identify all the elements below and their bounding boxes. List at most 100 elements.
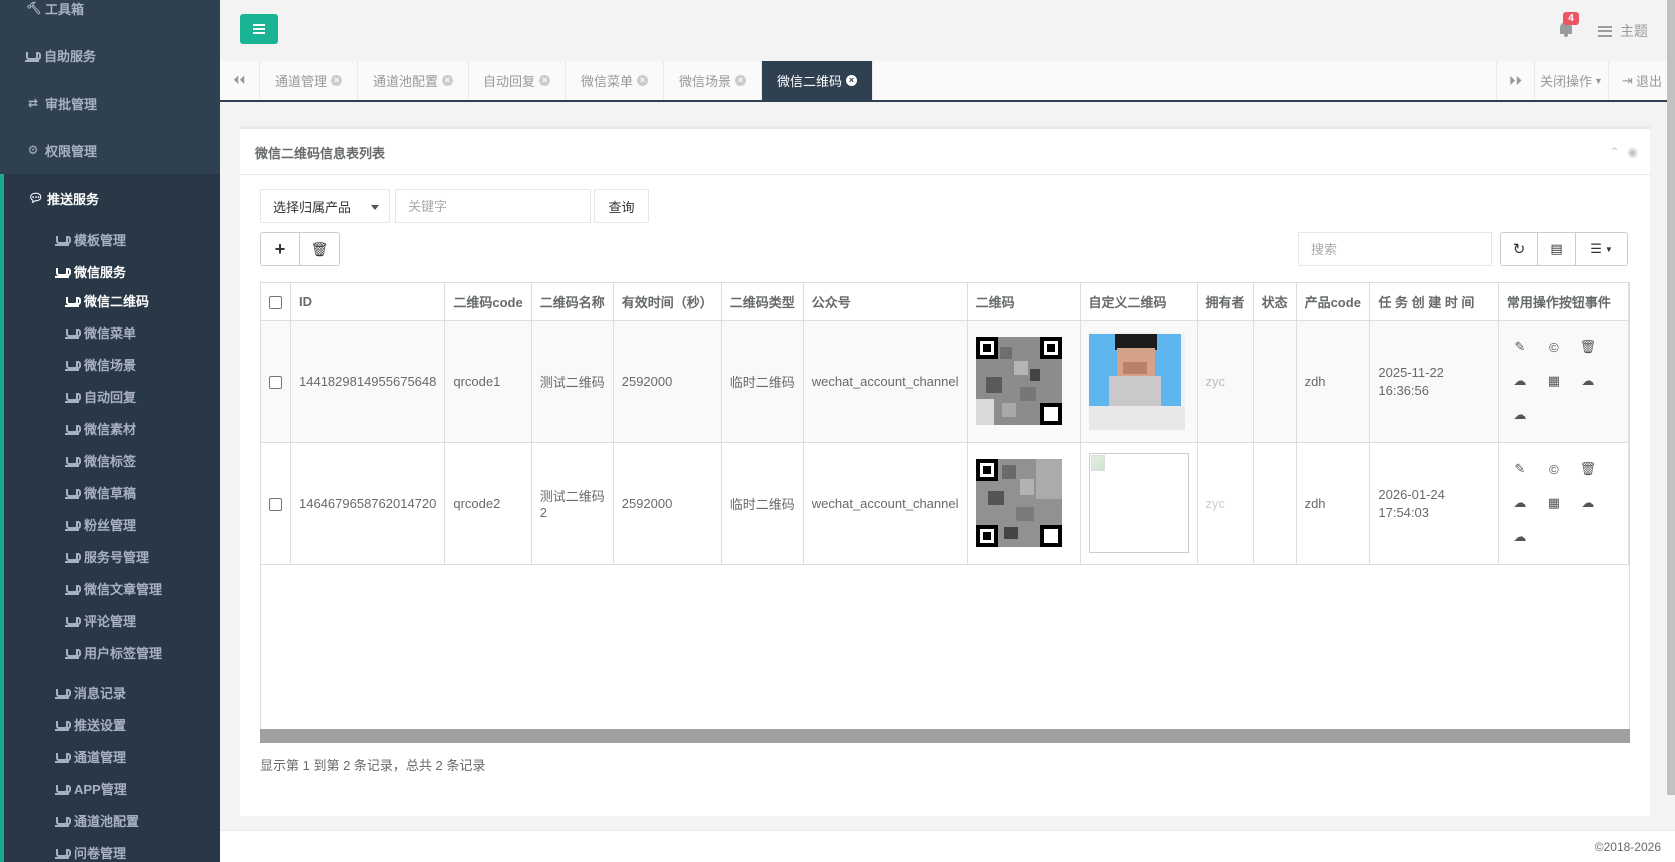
column-header[interactable]: 常用操作按钮事件: [1498, 283, 1629, 321]
column-header[interactable]: 二维码类型: [721, 283, 804, 321]
search-input[interactable]: [1298, 232, 1492, 266]
cloud-upload-icon[interactable]: ☁: [1511, 372, 1529, 390]
cloud-upload-icon[interactable]: ☁: [1579, 372, 1597, 390]
product-select[interactable]: 选择归属产品: [260, 189, 390, 223]
close-icon[interactable]: ×: [331, 75, 343, 86]
theme-button[interactable]: 主题: [1598, 21, 1648, 41]
sidebar-item-push-2[interactable]: 通道管理: [0, 746, 220, 766]
sidebar-item-wechat-7[interactable]: 粉丝管理: [0, 514, 220, 534]
sidebar-item-push-0[interactable]: 消息记录: [0, 682, 220, 702]
chevron-up-icon[interactable]: ⌃: [1609, 145, 1619, 159]
qrcode-icon[interactable]: ▦: [1545, 494, 1563, 512]
column-header[interactable]: 二维码code: [444, 283, 532, 321]
sidebar-item-wechat-5[interactable]: 微信标签: [0, 450, 220, 470]
cell-id: 1464679658762014720: [290, 442, 446, 565]
cup-icon: [65, 457, 81, 467]
tabs-scroll-right-button[interactable]: ⏵⏵: [1496, 61, 1534, 100]
close-operations-dropdown[interactable]: 关闭操作 ▼: [1534, 61, 1608, 100]
custom-qrcode-image[interactable]: [1088, 453, 1189, 553]
trash-icon[interactable]: 🗑︎: [1579, 338, 1597, 356]
sidebar-item-wechat-3[interactable]: 自动回复: [0, 386, 220, 406]
tabs-scroll-left-button[interactable]: ⏴⏴: [220, 61, 260, 100]
sidebar-item-wechat-11[interactable]: 用户标签管理: [0, 642, 220, 662]
column-header[interactable]: 自定义二维码: [1080, 283, 1198, 321]
close-icon[interactable]: ×: [846, 75, 858, 86]
edit-icon[interactable]: ✎: [1511, 338, 1529, 356]
column-header[interactable]: 公众号: [803, 283, 968, 321]
columns-dropdown-button[interactable]: ☰ ▼: [1576, 232, 1628, 266]
sidebar-item-wechat-1[interactable]: 微信菜单: [0, 322, 220, 342]
cloud-upload-icon[interactable]: ☁: [1511, 528, 1529, 546]
table-row[interactable]: 1464679658762014720 qrcode2 测试二维码2 25920…: [261, 442, 1629, 565]
sidebar-item-push-service[interactable]: 💬︎ 推送服务: [0, 187, 220, 209]
qrcode-image[interactable]: [975, 459, 1062, 547]
sidebar-item-permissions[interactable]: ⚙ 权限管理: [0, 139, 220, 161]
caret-down-icon: [371, 205, 379, 210]
sidebar-item-self-service[interactable]: 自助服务: [0, 44, 220, 66]
sidebar-item-templates[interactable]: 模板管理: [0, 229, 220, 249]
column-header[interactable]: 拥有者: [1197, 283, 1254, 321]
sidebar-item-push-1[interactable]: 推送设置: [0, 714, 220, 734]
cell-type: 临时二维码: [721, 442, 804, 565]
column-header[interactable]: 任 务 创 建 时 间: [1369, 283, 1499, 321]
tab-wechat-qrcode[interactable]: 微信二维码 ×: [762, 61, 874, 100]
keyword-input[interactable]: [395, 189, 591, 223]
trash-icon[interactable]: 🗑︎: [1579, 460, 1597, 478]
cloud-upload-icon[interactable]: ☁: [1579, 494, 1597, 512]
sidebar-item-push-3[interactable]: APP管理: [0, 778, 220, 798]
add-button[interactable]: +: [260, 232, 300, 266]
sidebar-item-wechat-2[interactable]: 微信场景: [0, 354, 220, 374]
eye-icon[interactable]: ◉: [1628, 145, 1638, 159]
close-icon[interactable]: ×: [637, 75, 649, 86]
close-icon[interactable]: ×: [539, 75, 551, 86]
delete-button[interactable]: 🗑︎: [300, 232, 340, 266]
table-horizontal-scrollbar[interactable]: [260, 729, 1630, 743]
sidebar-item-approval[interactable]: ⇄ 审批管理: [0, 92, 220, 114]
close-icon[interactable]: ×: [442, 75, 454, 86]
sidebar-item-push-4[interactable]: 通道池配置: [0, 810, 220, 830]
table-row[interactable]: 1441829814955675648 qrcode1 测试二维码 259200…: [261, 320, 1629, 443]
tab-wechat-scene[interactable]: 微信场景 ×: [664, 61, 763, 100]
cloud-upload-icon[interactable]: ☁: [1511, 406, 1529, 424]
column-header[interactable]: 二维码: [967, 283, 1081, 321]
close-icon[interactable]: ×: [735, 75, 747, 86]
select-all-checkbox[interactable]: [269, 295, 282, 309]
column-header[interactable]: 二维码名称: [531, 283, 614, 321]
sidebar-item-toolbox[interactable]: 🔨︎ 工具箱: [0, 0, 220, 17]
copyright-icon[interactable]: ©: [1545, 460, 1563, 478]
sidebar-item-wechat-service[interactable]: 微信服务: [0, 261, 220, 281]
qrcode-image[interactable]: [975, 337, 1062, 425]
sidebar-item-wechat-9[interactable]: 微信文章管理: [0, 578, 220, 598]
row-checkbox[interactable]: [269, 375, 282, 389]
cloud-upload-icon[interactable]: ☁: [1511, 494, 1529, 512]
tab-auto-reply[interactable]: 自动回复 ×: [468, 61, 567, 100]
notification-badge: 4: [1563, 12, 1579, 25]
sidebar-item-wechat-10[interactable]: 评论管理: [0, 610, 220, 630]
column-header[interactable]: 有效时间（秒）: [613, 283, 722, 321]
cup-icon: [55, 753, 71, 763]
tab-channel-pool[interactable]: 通道池配置 ×: [358, 61, 470, 100]
sidebar-item-wechat-8[interactable]: 服务号管理: [0, 546, 220, 566]
refresh-button[interactable]: ↻: [1500, 232, 1538, 266]
cell-created: 2025-11-22 16:36:56: [1369, 320, 1499, 443]
toggle-view-button[interactable]: ▤: [1538, 232, 1576, 266]
tab-wechat-menu[interactable]: 微信菜单 ×: [566, 61, 665, 100]
sidebar-item-push-5[interactable]: 问卷管理: [0, 842, 220, 862]
query-button[interactable]: 查询: [594, 189, 649, 223]
logout-button[interactable]: ⇥ 退出: [1608, 61, 1675, 100]
page-vertical-scrollbar[interactable]: [1667, 0, 1675, 795]
cell-expire: 2592000: [613, 320, 722, 443]
column-header[interactable]: 产品code: [1296, 283, 1371, 321]
column-header[interactable]: 状态: [1253, 283, 1297, 321]
tab-channel-management[interactable]: 通道管理 ×: [260, 61, 359, 100]
copyright-icon[interactable]: ©: [1545, 338, 1563, 356]
row-checkbox[interactable]: [269, 497, 282, 511]
edit-icon[interactable]: ✎: [1511, 460, 1529, 478]
sidebar-item-wechat-0[interactable]: 微信二维码: [0, 290, 220, 310]
sidebar-item-wechat-4[interactable]: 微信素材: [0, 418, 220, 438]
custom-qrcode-image[interactable]: [1088, 332, 1185, 430]
qrcode-icon[interactable]: ▦: [1545, 372, 1563, 390]
sidebar-item-wechat-6[interactable]: 微信草稿: [0, 482, 220, 502]
column-header[interactable]: ID: [290, 283, 446, 321]
menu-toggle-button[interactable]: [240, 14, 278, 44]
